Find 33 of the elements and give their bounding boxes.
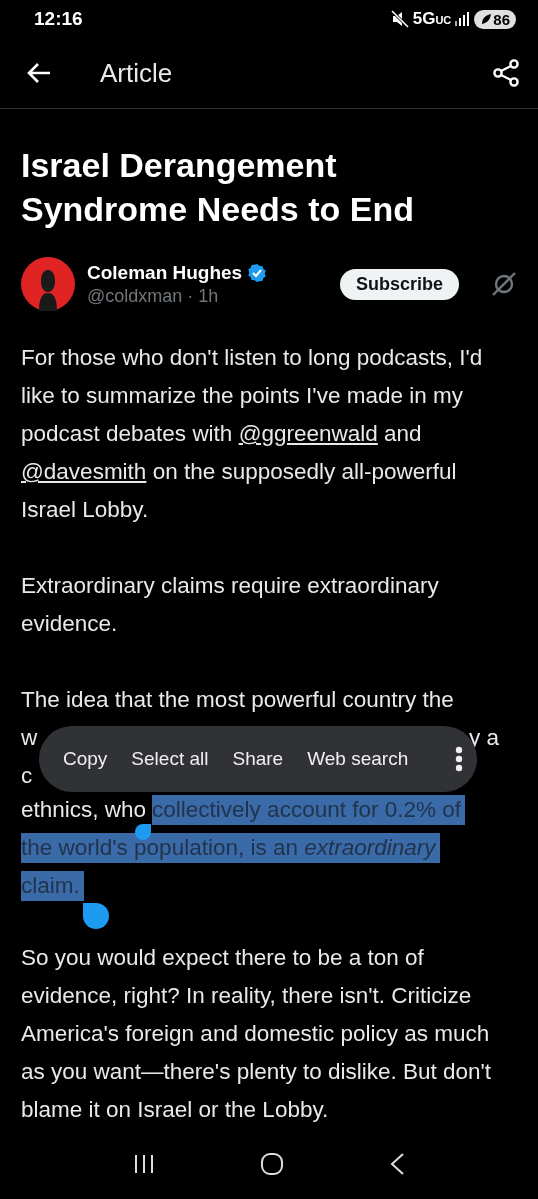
share-icon[interactable] <box>492 59 520 87</box>
menu-item[interactable]: Web search <box>295 748 421 770</box>
menu-item[interactable]: Share <box>220 748 296 770</box>
network-label: 5GUC <box>412 9 452 29</box>
paragraph-line: ethnics, who <box>21 796 147 824</box>
covered-text: w <box>21 724 38 752</box>
menu-item[interactable]: Copy <box>51 748 120 770</box>
page-title: Article <box>100 57 173 89</box>
battery-indicator: 86 <box>474 9 516 29</box>
author-handle: @coldxman · 1h <box>87 285 220 307</box>
selection-handle[interactable] <box>135 824 151 840</box>
avatar[interactable] <box>21 257 75 311</box>
status-time: 12:16 <box>34 8 83 30</box>
paragraph: Extraordinary claims require extraordinary evidence. <box>21 572 440 638</box>
mention-link[interactable]: @ggreenwald <box>238 421 378 446</box>
back-icon[interactable] <box>26 62 52 84</box>
covered-text: c <box>21 762 33 790</box>
selection-handle[interactable] <box>83 903 109 929</box>
slashed-circle-icon[interactable] <box>491 271 517 297</box>
subscribe-button[interactable]: Subscribe <box>339 268 459 300</box>
recent-apps-icon[interactable] <box>132 1154 155 1174</box>
mute-icon <box>390 10 409 28</box>
back-nav-icon[interactable] <box>389 1152 406 1176</box>
article-title: Israel Derangement Syndrome Needs to End <box>21 145 415 230</box>
author-name[interactable]: Coleman Hughes <box>87 261 243 284</box>
paragraph: For those who don't listen to long podcasts, I'd like to summarize the points I've made in my podcast debates with @ggreenwald and @davesmith on the supposedly all-powerful Israel Lobby. <box>21 344 484 524</box>
signal-icon <box>455 12 470 26</box>
menu-item[interactable]: Select all <box>119 748 221 770</box>
home-icon[interactable] <box>260 1152 284 1176</box>
mention-link[interactable]: @davesmith <box>21 459 147 484</box>
paragraph: So you would expect there to be a ton of evidence, right? In reality, there isn't. Criticize America's foreign and domestic policy as much as you want—there's plenty to dislike. But don't blame it on Israel or the Lobby. <box>21 944 493 1124</box>
more-icon[interactable] <box>455 746 463 772</box>
paragraph-line: The idea that the most powerful country the <box>21 686 454 714</box>
